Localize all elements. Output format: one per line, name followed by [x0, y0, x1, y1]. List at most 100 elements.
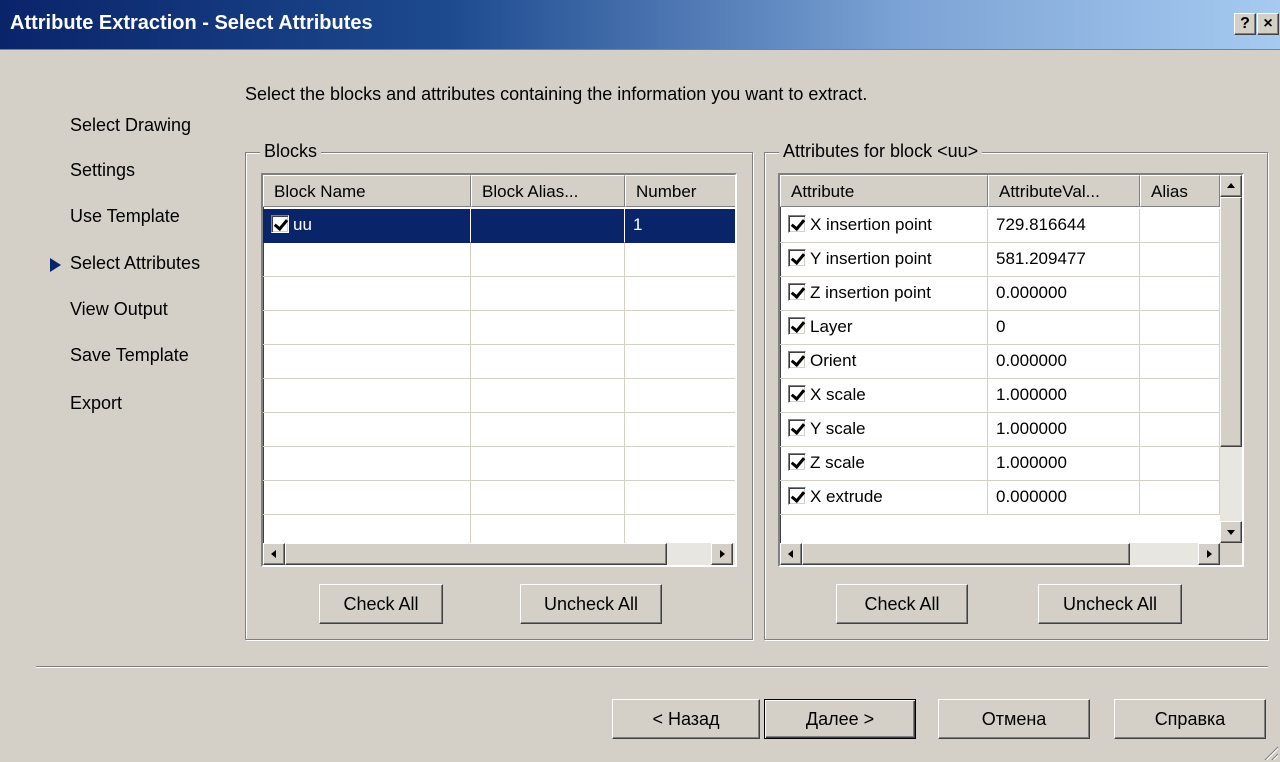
table-row[interactable]: Y insertion point 581.209477 [780, 243, 1220, 277]
arrow-left-icon [788, 550, 793, 558]
row-checkbox[interactable] [788, 215, 806, 233]
column-header-block-name[interactable]: Block Name [263, 175, 471, 207]
attribute-alias-cell[interactable] [1140, 413, 1220, 447]
attribute-alias-cell[interactable] [1140, 243, 1220, 277]
next-button[interactable]: Далее > [764, 699, 916, 739]
attribute-alias-cell[interactable] [1140, 481, 1220, 515]
attribute-name-cell[interactable]: Z insertion point [780, 277, 988, 311]
empty-cell [263, 311, 471, 345]
scroll-right-button[interactable] [1198, 543, 1220, 565]
attributes-hscrollbar[interactable] [780, 543, 1220, 565]
empty-row [263, 379, 735, 413]
row-checkbox[interactable] [788, 351, 806, 369]
close-button[interactable]: × [1257, 13, 1279, 35]
attributes-vscrollbar[interactable] [1220, 175, 1242, 543]
empty-cell [471, 345, 625, 379]
empty-cell [471, 243, 625, 277]
attributes-list[interactable]: Attribute AttributeVal... Alias X insert… [778, 173, 1244, 567]
step-save-template: Save Template [70, 345, 189, 365]
empty-cell [263, 243, 471, 277]
table-row[interactable]: Layer 0 [780, 311, 1220, 345]
attribute-alias-cell[interactable] [1140, 345, 1220, 379]
attribute-alias-cell[interactable] [1140, 277, 1220, 311]
title-bar[interactable]: Attribute Extraction - Select Attributes… [0, 0, 1280, 50]
attributes-uncheck-all-button[interactable]: Uncheck All [1038, 584, 1182, 624]
attribute-alias-cell[interactable] [1140, 379, 1220, 413]
block-alias-cell[interactable] [471, 209, 625, 243]
arrow-up-icon [1227, 183, 1235, 188]
table-row[interactable]: Y scale 1.000000 [780, 413, 1220, 447]
row-checkbox[interactable] [788, 419, 806, 437]
row-checkbox[interactable] [788, 249, 806, 267]
empty-cell [471, 277, 625, 311]
step-select-attributes: Select Attributes [70, 253, 201, 273]
empty-cell [263, 481, 471, 515]
attribute-name-cell[interactable]: Y scale [780, 413, 988, 447]
empty-cell [625, 277, 735, 311]
attribute-alias-cell[interactable] [1140, 311, 1220, 345]
row-checkbox[interactable] [271, 215, 289, 233]
block-name-cell[interactable]: uu [263, 209, 471, 243]
attribute-name-cell[interactable]: X insertion point [780, 209, 988, 243]
attribute-name: X scale [810, 385, 866, 404]
vscroll-thumb[interactable] [1220, 197, 1242, 447]
empty-row [263, 277, 735, 311]
row-checkbox[interactable] [788, 453, 806, 471]
scroll-thumb[interactable] [802, 543, 1130, 565]
scroll-left-button[interactable] [263, 543, 285, 565]
attribute-name-cell[interactable]: Layer [780, 311, 988, 345]
column-header-alias[interactable]: Alias [1140, 175, 1220, 207]
table-row[interactable]: Z insertion point 0.000000 [780, 277, 1220, 311]
table-row[interactable]: X scale 1.000000 [780, 379, 1220, 413]
row-checkbox[interactable] [788, 487, 806, 505]
block-number-cell: 1 [625, 209, 735, 243]
attribute-name-cell[interactable]: Orient [780, 345, 988, 379]
table-row[interactable]: Orient 0.000000 [780, 345, 1220, 379]
cancel-button[interactable]: Отмена [938, 699, 1090, 739]
column-header-attribute[interactable]: Attribute [780, 175, 988, 207]
blocks-check-all-button[interactable]: Check All [319, 584, 443, 624]
help-button[interactable]: Справка [1114, 699, 1266, 739]
attribute-value-cell: 0.000000 [988, 481, 1140, 515]
attribute-alias-cell[interactable] [1140, 209, 1220, 243]
empty-row [263, 243, 735, 277]
attributes-check-all-button[interactable]: Check All [836, 584, 968, 624]
back-button[interactable]: < Назад [612, 699, 760, 739]
scroll-up-button[interactable] [1220, 175, 1242, 197]
table-row[interactable]: X extrude 0.000000 [780, 481, 1220, 515]
attribute-name: X extrude [810, 487, 883, 506]
scroll-down-button[interactable] [1220, 521, 1242, 543]
table-row[interactable]: X insertion point 729.816644 [780, 209, 1220, 243]
empty-cell [263, 447, 471, 481]
attribute-name-cell[interactable]: X extrude [780, 481, 988, 515]
empty-cell [471, 413, 625, 447]
row-checkbox[interactable] [788, 317, 806, 335]
current-step-arrow-icon [50, 258, 61, 272]
attribute-alias-cell[interactable] [1140, 447, 1220, 481]
column-header-attribute-value[interactable]: AttributeVal... [988, 175, 1140, 207]
attribute-name-cell[interactable]: Y insertion point [780, 243, 988, 277]
row-checkbox[interactable] [788, 283, 806, 301]
attribute-value-cell: 0 [988, 311, 1140, 345]
table-row[interactable]: Z scale 1.000000 [780, 447, 1220, 481]
table-row[interactable]: uu 1 [263, 209, 735, 243]
blocks-list[interactable]: Block Name Block Alias... Number uu 1 [261, 173, 737, 567]
blocks-uncheck-all-button[interactable]: Uncheck All [520, 584, 662, 624]
resize-grip-icon[interactable] [1262, 744, 1278, 760]
row-checkbox[interactable] [788, 385, 806, 403]
attributes-list-header: Attribute AttributeVal... Alias [780, 175, 1220, 207]
attribute-name-cell[interactable]: X scale [780, 379, 988, 413]
attribute-value-cell: 0.000000 [988, 277, 1140, 311]
column-header-block-alias[interactable]: Block Alias... [471, 175, 625, 207]
empty-cell [625, 481, 735, 515]
scroll-right-button[interactable] [711, 543, 733, 565]
scroll-thumb[interactable] [285, 543, 667, 565]
help-title-button[interactable]: ? [1234, 13, 1256, 35]
arrow-left-icon [271, 550, 276, 558]
blocks-hscrollbar[interactable] [263, 543, 735, 565]
column-header-number[interactable]: Number [625, 175, 735, 207]
empty-row [263, 481, 735, 515]
scroll-left-button[interactable] [780, 543, 802, 565]
attribute-name-cell[interactable]: Z scale [780, 447, 988, 481]
empty-cell [625, 379, 735, 413]
